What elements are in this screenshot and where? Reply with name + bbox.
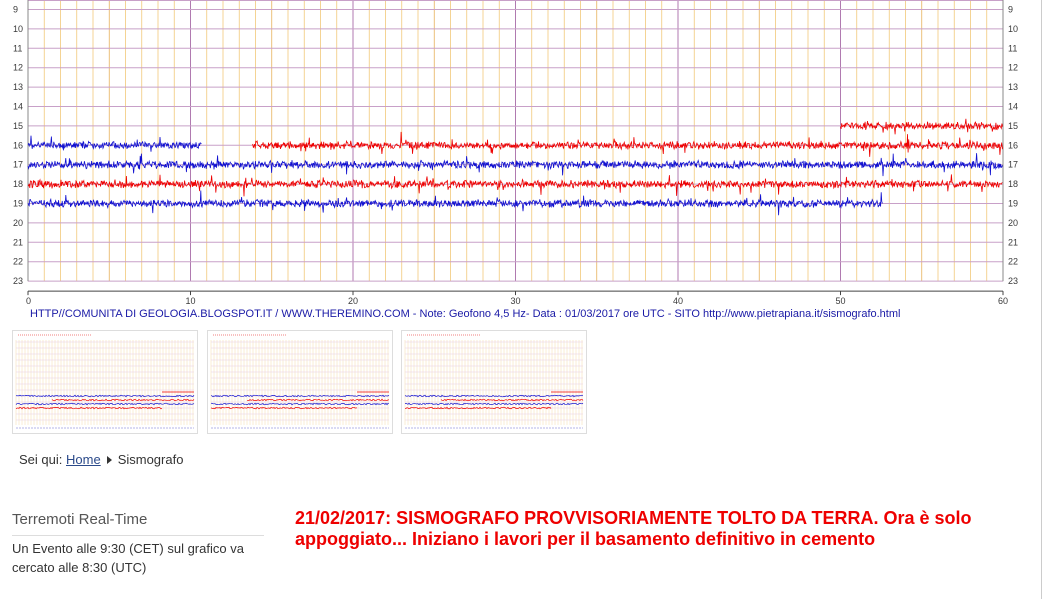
hour-label-right: 13 bbox=[1008, 82, 1018, 92]
minute-label: 20 bbox=[348, 296, 358, 305]
hour-label-right: 20 bbox=[1008, 218, 1018, 228]
hour-label-left: 13 bbox=[13, 82, 23, 92]
notice-headline: 21/02/2017: SISMOGRAFO PROVVISORIAMENTE … bbox=[295, 508, 972, 549]
hour-label-right: 21 bbox=[1008, 237, 1018, 247]
seismic-trace bbox=[252, 131, 1004, 157]
hour-label-right: 11 bbox=[1008, 43, 1017, 53]
hour-label-left: 20 bbox=[13, 218, 23, 228]
widget-title: Terremoti Real-Time bbox=[12, 511, 148, 528]
breadcrumb-prefix: Sei qui: bbox=[19, 452, 63, 467]
hour-label-left: 15 bbox=[13, 121, 23, 131]
hour-label-right: 10 bbox=[1008, 24, 1018, 34]
widget-divider bbox=[12, 535, 264, 536]
thumbnail-2[interactable] bbox=[207, 330, 393, 434]
hour-label-right: 12 bbox=[1008, 63, 1018, 73]
hour-label-left: 11 bbox=[13, 43, 22, 53]
hour-label-right: 14 bbox=[1008, 102, 1018, 112]
seismic-trace bbox=[27, 135, 202, 152]
breadcrumb-arrow-icon bbox=[106, 456, 112, 464]
hour-label-left: 10 bbox=[13, 24, 23, 34]
breadcrumb: Sei qui: Home Sismografo bbox=[19, 452, 183, 467]
hour-label-left: 19 bbox=[13, 199, 23, 209]
hour-label-right: 16 bbox=[1008, 140, 1018, 150]
minute-label: 60 bbox=[998, 296, 1008, 305]
hour-label-right: 15 bbox=[1008, 121, 1018, 131]
page-border bbox=[1041, 0, 1042, 599]
minute-label: 30 bbox=[511, 296, 521, 305]
hour-label-left: 16 bbox=[13, 140, 23, 150]
hour-label-left: 22 bbox=[13, 257, 23, 267]
minute-label: 0 bbox=[26, 296, 31, 305]
hour-label-left: 14 bbox=[13, 102, 23, 112]
breadcrumb-current: Sismografo bbox=[117, 452, 184, 467]
minute-label: 10 bbox=[186, 296, 196, 305]
hour-label-right: 22 bbox=[1008, 257, 1018, 267]
hour-label-left: 21 bbox=[13, 237, 23, 247]
thumbnail-1[interactable] bbox=[12, 330, 198, 434]
breadcrumb-home-link[interactable]: Home bbox=[66, 452, 101, 467]
hour-label-left: 18 bbox=[13, 179, 23, 189]
hour-label-right: 17 bbox=[1008, 160, 1018, 170]
seismograph-helicorder: 9 9 10 10 11 11 12 12 13 13 14 14 15 15 16 16 17 17 18 18 19… bbox=[13, 0, 1018, 305]
minute-label: 40 bbox=[673, 296, 683, 305]
hour-label-left: 9 bbox=[13, 5, 18, 15]
hour-label-left: 23 bbox=[13, 276, 23, 286]
hour-label-right: 19 bbox=[1008, 199, 1018, 209]
hour-label-left: 12 bbox=[13, 63, 23, 73]
minute-label: 50 bbox=[836, 296, 846, 305]
thumbnail-3[interactable] bbox=[401, 330, 587, 434]
hour-label-left: 17 bbox=[13, 160, 23, 170]
hour-label-right: 9 bbox=[1008, 5, 1013, 15]
widget-text: Un Evento alle 9:30 (CET) sul grafico va… bbox=[12, 541, 244, 575]
helicorder-caption: HTTP//COMUNITA DI GEOLOGIA.BLOGSPOT.IT /… bbox=[30, 308, 901, 320]
seismic-trace bbox=[27, 190, 883, 216]
hour-label-right: 18 bbox=[1008, 179, 1018, 189]
hour-label-right: 23 bbox=[1008, 276, 1018, 286]
